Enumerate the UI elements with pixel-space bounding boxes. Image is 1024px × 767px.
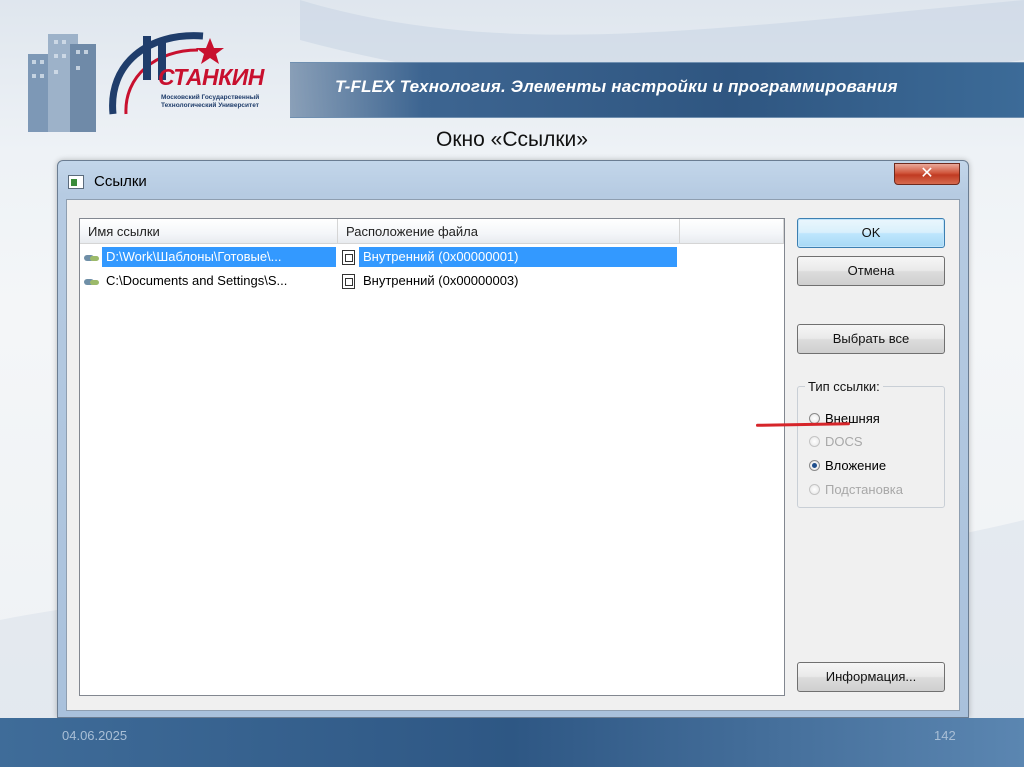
radio-attachment[interactable]: Вложение xyxy=(809,458,886,476)
stankin-logo: СТАНКИН Московский Государственный Техно… xyxy=(18,14,293,134)
close-icon: ✕ xyxy=(920,165,934,182)
radio-circle-icon xyxy=(809,436,820,447)
footer-page-number: 142 xyxy=(934,728,956,743)
dialog-client-area: Имя ссылки Расположение файла D:\Work\Ша… xyxy=(66,199,960,711)
slide-heading: Окно «Ссылки» xyxy=(436,128,588,151)
link-name-text: C:\Documents and Settings\S... xyxy=(106,273,288,288)
column-header-link-name[interactable]: Имя ссылки xyxy=(80,219,338,244)
table-row[interactable]: D:\Work\Шаблоны\Готовые\... Внутренний (… xyxy=(80,246,784,268)
cell-file-location: Внутренний (0x00000003) xyxy=(342,270,682,292)
logo-subtitle: Московский Государственный Технологическ… xyxy=(161,94,260,109)
link-type-label: Тип ссылки: xyxy=(805,379,883,394)
column-header-file-location[interactable]: Расположение файла xyxy=(338,219,680,244)
dialog-titlebar[interactable]: Ссылки ✕ xyxy=(58,161,968,203)
radio-label: DOCS xyxy=(825,434,863,449)
document-icon xyxy=(342,274,355,290)
dialog-title: Ссылки xyxy=(94,173,147,190)
link-icon xyxy=(84,252,100,264)
column-header-filler xyxy=(680,219,784,244)
slide-header-title: T-FLEX Технология. Элементы настройки и … xyxy=(335,77,898,96)
radio-checked-icon xyxy=(809,460,820,471)
cell-link-name: D:\Work\Шаблоны\Готовые\... xyxy=(84,246,336,268)
cell-link-name: C:\Documents and Settings\S... xyxy=(84,270,336,292)
close-button[interactable]: ✕ xyxy=(894,163,960,185)
cell-file-location: Внутренний (0x00000001) xyxy=(342,246,682,268)
radio-external[interactable]: Внешняя xyxy=(809,411,880,429)
radio-label: Подстановка xyxy=(825,482,903,497)
link-name-text: D:\Work\Шаблоны\Готовые\... xyxy=(102,247,336,267)
window-icon xyxy=(68,175,84,189)
footer-date: 04.06.2025 xyxy=(62,728,128,743)
links-list[interactable]: Имя ссылки Расположение файла D:\Work\Ша… xyxy=(79,218,785,696)
ok-button[interactable]: OK xyxy=(797,218,945,248)
radio-docs: DOCS xyxy=(809,434,863,452)
info-button[interactable]: Информация... xyxy=(797,662,945,692)
radio-circle-icon xyxy=(809,484,820,495)
radio-substitution: Подстановка xyxy=(809,482,903,500)
footer-band xyxy=(0,718,1024,767)
list-header: Имя ссылки Расположение файла xyxy=(80,219,784,244)
link-icon xyxy=(84,276,100,288)
file-location-text: Внутренний (0x00000001) xyxy=(359,247,677,267)
select-all-button[interactable]: Выбрать все xyxy=(797,324,945,354)
radio-label: Вложение xyxy=(825,458,887,473)
cancel-button[interactable]: Отмена xyxy=(797,256,945,286)
links-dialog: Ссылки ✕ Имя ссылки Расположение файла D… xyxy=(57,160,969,718)
file-location-text: Внутренний (0x00000003) xyxy=(363,273,519,288)
table-row[interactable]: C:\Documents and Settings\S... Внутренни… xyxy=(80,270,784,292)
document-icon xyxy=(342,250,355,266)
logo-name: СТАНКИН xyxy=(158,64,264,90)
